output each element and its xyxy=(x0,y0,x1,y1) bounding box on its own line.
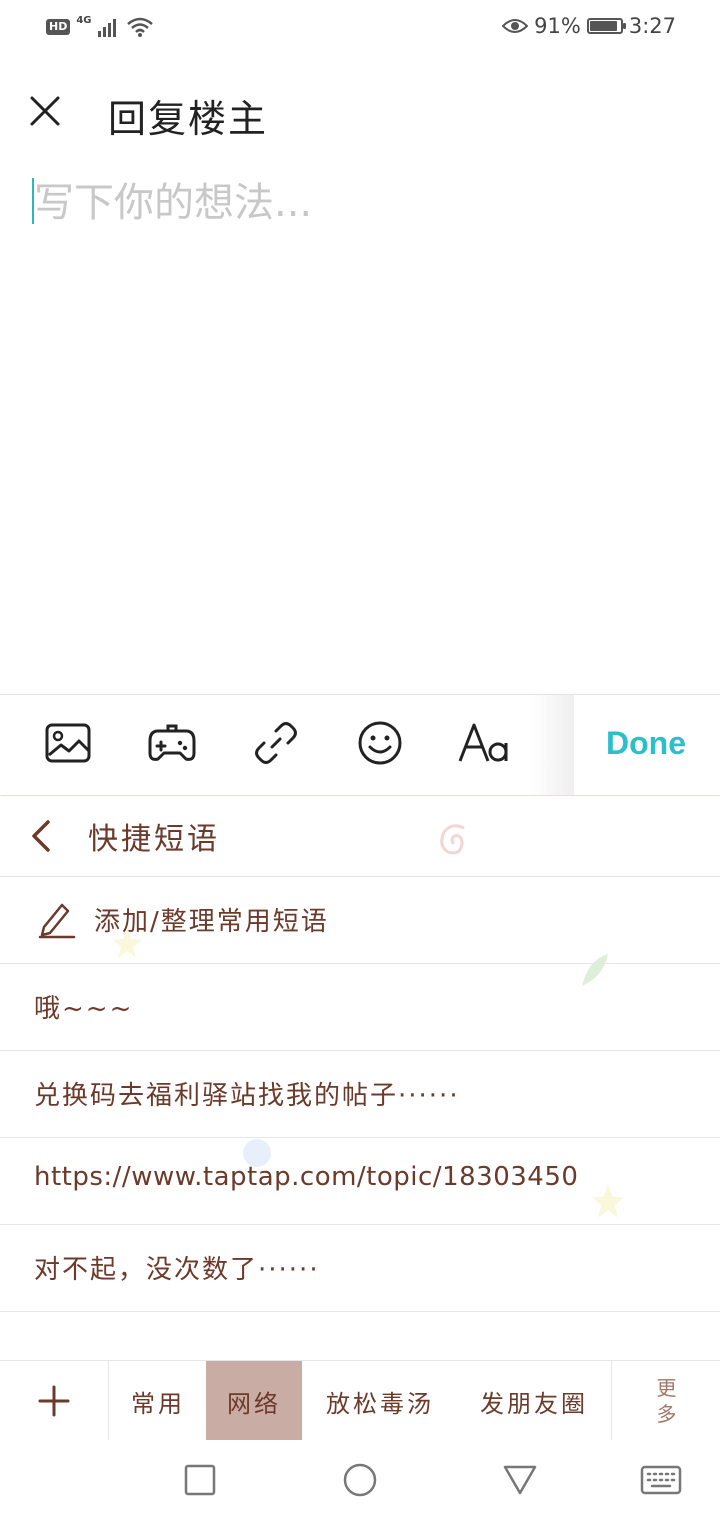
phrase-item[interactable]: 对不起，没次数了······ xyxy=(0,1225,720,1312)
home-button[interactable] xyxy=(338,1458,382,1502)
battery-fill xyxy=(589,21,617,31)
battery-icon xyxy=(586,18,626,34)
phrase-item[interactable]: https://www.taptap.com/topic/18303450 xyxy=(0,1138,720,1225)
toolbar-fade xyxy=(530,695,574,795)
hd-badge: HD xyxy=(46,19,71,35)
insert-link-button[interactable] xyxy=(248,717,304,769)
pencil-icon xyxy=(38,903,76,939)
signal-icon xyxy=(97,19,116,37)
back-nav-button[interactable] xyxy=(498,1458,542,1502)
keyboard-toggle-button[interactable] xyxy=(638,1458,684,1502)
image-icon xyxy=(45,723,91,763)
header: 回复楼主 xyxy=(0,72,720,156)
plus-icon xyxy=(38,1385,70,1417)
more-label-bottom: 多 xyxy=(656,1402,677,1426)
page-title: 回复楼主 xyxy=(108,97,269,141)
close-button[interactable] xyxy=(26,88,66,136)
more-categories-button[interactable]: 更 多 xyxy=(611,1361,720,1441)
battery-percent: 91% xyxy=(534,14,581,38)
font-icon xyxy=(458,723,508,762)
square-icon xyxy=(184,1464,216,1496)
close-icon xyxy=(30,96,60,126)
phrase-text: 对不起，没次数了······ xyxy=(34,1255,320,1285)
recents-button[interactable] xyxy=(178,1458,222,1502)
system-nav-bar xyxy=(0,1440,720,1520)
link-icon xyxy=(255,722,297,764)
wifi-icon xyxy=(126,17,153,37)
add-category-button[interactable] xyxy=(0,1361,109,1441)
back-button[interactable] xyxy=(26,814,62,858)
more-label-top: 更 xyxy=(656,1376,677,1400)
chevron-left-icon xyxy=(32,820,50,852)
status-bar: HD 4G 91% 3:27 xyxy=(0,0,720,56)
phrase-item[interactable]: 兑换码去福利驿站找我的帖子······ xyxy=(0,1051,720,1138)
quick-phrase-header: 快捷短语 xyxy=(0,796,720,877)
insert-image-button[interactable] xyxy=(40,717,96,769)
quick-phrase-panel: 快捷短语 添加/整理常用短语 哦~~~ 兑换码去福利驿站找我的帖子······ … xyxy=(0,796,720,1440)
phrase-item[interactable]: 哦~~~ xyxy=(0,964,720,1051)
insert-game-button[interactable] xyxy=(144,717,200,769)
clock: 3:27 xyxy=(628,14,676,38)
circle-icon xyxy=(343,1463,377,1497)
phrase-text: https://www.taptap.com/topic/18303450 xyxy=(34,1162,579,1192)
category-tab-moments[interactable]: 发朋友圈 xyxy=(458,1361,610,1441)
quick-phrase-title: 快捷短语 xyxy=(88,822,220,857)
phrase-text: 兑换码去福利驿站找我的帖子······ xyxy=(34,1081,460,1111)
add-phrase-row[interactable]: 添加/整理常用短语 xyxy=(0,877,720,964)
gamepad-icon xyxy=(148,724,196,761)
category-tab-relax[interactable]: 放松毒汤 xyxy=(302,1361,458,1441)
status-right: 91% 3:27 xyxy=(502,14,676,38)
keyboard-icon xyxy=(640,1465,682,1495)
editor-toolbar: Done xyxy=(0,694,720,795)
insert-emoji-button[interactable] xyxy=(352,717,408,769)
add-phrase-label: 添加/整理常用短语 xyxy=(94,907,329,937)
reply-input[interactable] xyxy=(34,170,694,670)
category-bar: 常用 网络 放松毒汤 发朋友圈 更 多 xyxy=(0,1360,720,1441)
triangle-back-icon xyxy=(503,1465,537,1495)
network-type: 4G xyxy=(76,14,92,26)
category-tab-network[interactable]: 网络 xyxy=(206,1361,302,1441)
category-tab-common[interactable]: 常用 xyxy=(110,1361,206,1441)
status-left: HD 4G xyxy=(46,14,154,38)
phrase-text: 哦~~~ xyxy=(34,994,134,1024)
text-format-button[interactable] xyxy=(456,717,512,769)
eye-icon xyxy=(502,19,529,33)
done-button[interactable]: Done xyxy=(606,725,686,762)
emoji-icon xyxy=(358,721,402,765)
